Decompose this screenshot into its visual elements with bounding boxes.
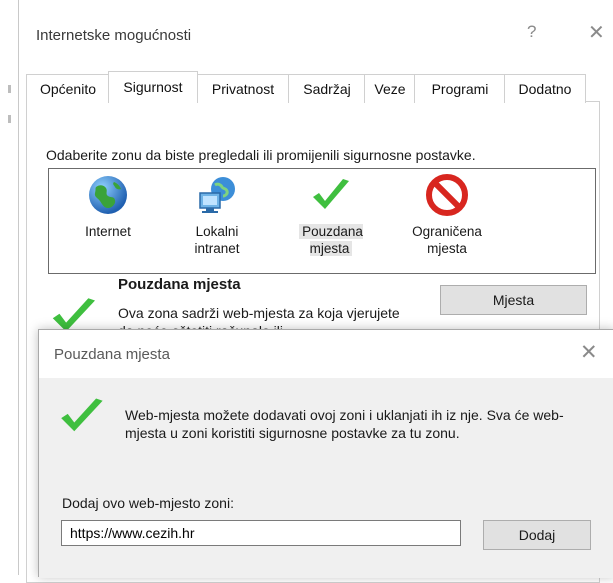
site-url-input[interactable] — [61, 520, 461, 546]
tab-connections[interactable]: Veze — [364, 74, 416, 103]
zone-local-intranet[interactable]: Lokalni intranet — [172, 169, 262, 257]
zone-heading: Pouzdana mjesta — [118, 276, 241, 293]
zone-label: Internet — [85, 224, 131, 239]
zone-internet[interactable]: Internet — [63, 169, 153, 240]
sites-button[interactable]: Mjesta — [440, 285, 587, 315]
dialog-message: Web-mjesta možete dodavati ovoj zoni i u… — [125, 407, 564, 441]
close-button[interactable]: ✕ — [588, 20, 605, 45]
checkmark-icon — [61, 398, 103, 432]
globe-icon — [89, 176, 127, 214]
restricted-icon — [426, 174, 468, 216]
background-window-edge — [8, 115, 11, 123]
zone-label: Lokalni intranet — [194, 224, 240, 256]
zone-instruction: Odaberite zonu da biste pregledali ili p… — [46, 147, 476, 163]
trusted-sites-dialog: Pouzdana mjesta ✕ Web-mjesta možete doda… — [38, 329, 613, 578]
close-button[interactable]: ✕ — [580, 340, 598, 365]
add-site-label: Dodaj ovo web-mjesto zoni: — [62, 495, 234, 511]
tab-advanced[interactable]: Dodatno — [504, 74, 586, 103]
zone-restricted-sites[interactable]: Ograničena mjesta — [402, 169, 492, 257]
tab-privacy[interactable]: Privatnost — [196, 74, 290, 103]
dialog-title: Pouzdana mjesta — [54, 346, 170, 363]
zone-label: Ograničena mjesta — [412, 224, 482, 256]
tab-general[interactable]: Općenito — [26, 74, 110, 103]
intranet-icon — [199, 177, 235, 213]
tab-content[interactable]: Sadržaj — [288, 74, 366, 103]
dialog-title: Internetske mogućnosti — [36, 27, 192, 44]
background-window-edge — [8, 85, 11, 93]
help-button[interactable]: ? — [527, 22, 536, 42]
tab-security[interactable]: Sigurnost — [108, 71, 198, 103]
zone-list: Internet Lokalni intranet Pouzdana mjest… — [48, 168, 596, 274]
zone-label: Pouzdana mjesta — [299, 224, 363, 256]
zone-trusted-sites[interactable]: Pouzdana mjesta — [286, 169, 376, 257]
add-button[interactable]: Dodaj — [483, 520, 591, 550]
tab-programs[interactable]: Programi — [414, 74, 506, 103]
checkmark-icon — [313, 179, 349, 209]
